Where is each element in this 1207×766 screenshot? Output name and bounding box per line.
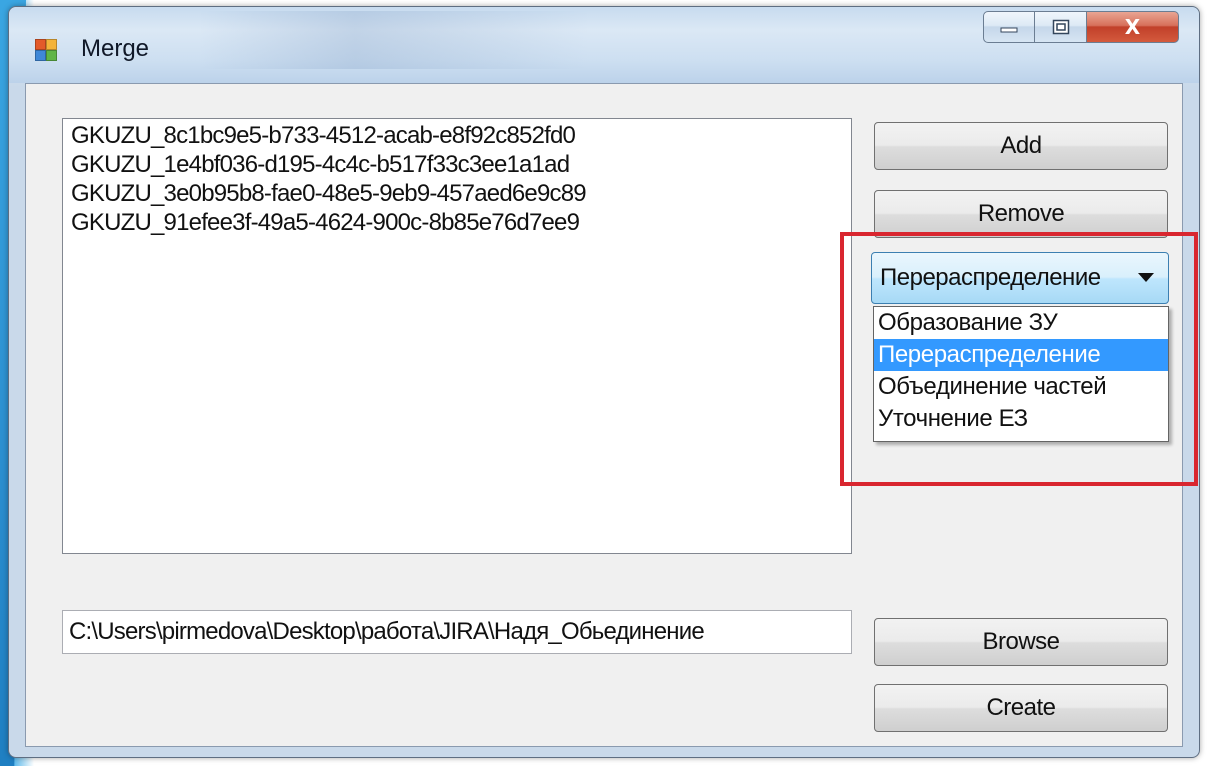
title-bar-glass — [199, 11, 589, 69]
close-button[interactable]: X — [1087, 11, 1179, 43]
close-icon: X — [1124, 15, 1141, 39]
minimize-button[interactable] — [983, 11, 1035, 43]
list-item[interactable]: GKUZU_3e0b95b8-fae0-48e5-9eb9-457aed6e9c… — [71, 179, 843, 208]
list-item[interactable]: GKUZU_1e4bf036-d195-4c4c-b517f33c3ee1a1a… — [71, 150, 843, 179]
caption-buttons: X — [983, 11, 1179, 45]
output-path-input[interactable]: C:\Users\pirmedova\Desktop\работа\JIRA\Н… — [62, 610, 852, 654]
merge-window: Merge X GKUZU_8c1bc9e5-b733-4512-acab-e8… — [8, 6, 1200, 758]
minimize-icon — [1000, 27, 1018, 33]
list-item[interactable]: GKUZU_8c1bc9e5-b733-4512-acab-e8f92c852f… — [71, 121, 843, 150]
browse-button[interactable]: Browse — [874, 618, 1168, 666]
file-list[interactable]: GKUZU_8c1bc9e5-b733-4512-acab-e8f92c852f… — [62, 118, 852, 554]
create-button[interactable]: Create — [874, 684, 1168, 732]
window-client-area: GKUZU_8c1bc9e5-b733-4512-acab-e8f92c852f… — [25, 83, 1198, 747]
window-title: Merge — [81, 35, 150, 62]
title-bar[interactable]: Merge X — [9, 7, 1199, 83]
list-item[interactable]: GKUZU_91efee3f-49a5-4624-900c-8b85e76d7e… — [71, 208, 843, 237]
app-window-icon[interactable] — [35, 39, 57, 61]
add-button[interactable]: Add — [874, 122, 1168, 170]
remove-button[interactable]: Remove — [874, 190, 1168, 238]
annotation-highlight-box — [840, 232, 1198, 486]
maximize-button[interactable] — [1035, 11, 1087, 43]
maximize-icon — [1052, 19, 1069, 35]
